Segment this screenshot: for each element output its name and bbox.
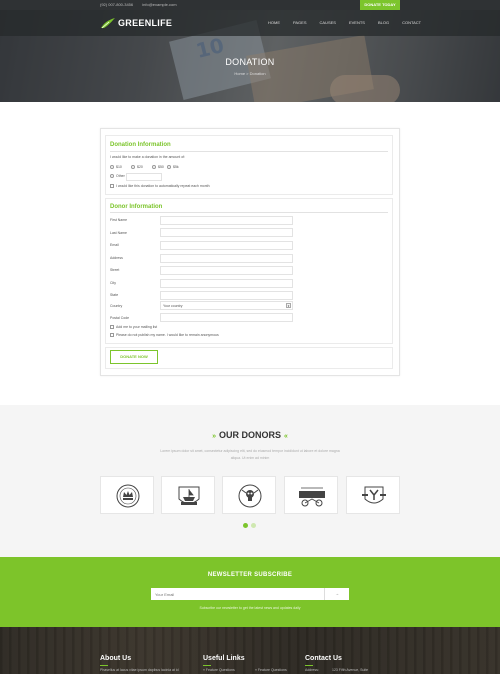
anonymous-checkbox[interactable] [110,333,114,337]
mailing-list-label: Add me to your mailing list [116,325,158,329]
chevron-icon: » [212,433,216,440]
footer-link-a[interactable]: » Feature Questions [203,668,235,672]
newsletter-email-input[interactable] [151,588,324,600]
nav-causes[interactable]: CAUSES [320,20,336,26]
brand-logo[interactable]: GREENLIFE [100,16,172,30]
donors-title-text: OUR DONORS [218,430,281,440]
donor-info-title: Donor Information [110,204,163,210]
motorbike-icon [299,487,325,507]
chevron-down-icon: ▾ [286,303,291,308]
top-bar: (92) 007-800-3456 info@example.com DONAT… [0,0,500,10]
divider [110,212,388,213]
state-label: State [110,293,119,297]
donate-today-button[interactable]: DONATE TODAY [360,0,400,10]
donation-prompt: I would like to make a donation in the a… [110,155,186,159]
breadcrumb: Home > Donation [234,71,266,76]
amount-label-5k: $5k [173,165,179,169]
carousel-dots [243,523,259,528]
carousel-dot-2[interactable] [251,523,256,528]
footer-about-text: Phasellus at lacus vitae ipsum dapibus l… [100,668,179,672]
recurring-label: I would like this donation to automatica… [116,184,210,188]
amount-label-other: Other [116,174,125,178]
nav-pages[interactable]: PAGES [293,20,307,26]
newsletter-title: NEWSLETTER SUBSCRIBE [207,572,293,578]
amount-radio-20[interactable] [131,165,135,169]
nav-blog[interactable]: BLOG [378,20,389,26]
amount-radio-other[interactable] [110,174,114,178]
street-input[interactable] [160,266,293,275]
city-label: City [110,281,117,285]
postal-code-label: Postal Code [110,316,130,320]
mailing-list-checkbox[interactable] [110,325,114,329]
nav-events[interactable]: EVENTS [349,20,365,26]
divider [110,151,388,152]
main-nav: HOME PAGES CAUSES EVENTS BLOG CONTACT [268,20,434,26]
donor-logo-2[interactable] [161,476,215,514]
donors-title: » OUR DONORS « [0,430,500,440]
ship-shield-icon [178,486,200,505]
footer-accent-line [203,665,211,666]
crown-badge-icon [116,484,140,508]
footer-contact-value: 123 Fifth Avenue, Suite [332,668,369,672]
country-select[interactable]: Your country ▾ [160,301,293,310]
amount-radio-5k[interactable] [167,165,171,169]
anonymous-label: Please do not publish my name. I would l… [116,333,219,337]
last-name-input[interactable] [160,228,293,237]
page-title: DONATION [225,57,275,67]
skull-badge-icon [238,484,262,508]
address-input[interactable] [160,254,293,263]
city-input[interactable] [160,279,293,288]
carousel-dot-1[interactable] [243,523,248,528]
wood-texture [0,627,500,674]
donor-logo-1[interactable] [100,476,154,514]
amount-radio-50[interactable] [152,165,156,169]
last-name-label: Last Name [110,231,127,235]
country-select-value: Your country [163,304,183,308]
other-amount-input[interactable] [126,173,162,181]
amount-label-50: $50 [158,165,164,169]
donor-logo-4[interactable] [284,476,338,514]
email-text: info@example.com [142,2,177,7]
recurring-checkbox[interactable] [110,184,114,188]
footer-accent-line [100,665,108,666]
postal-code-input[interactable] [160,313,293,322]
donors-description: Lorem ipsum dolor sit amet, consectetur … [160,449,340,460]
donate-now-button[interactable]: DONATE NOW [110,350,158,364]
donation-info-title: Donation Information [110,142,171,148]
leaf-logo-icon [101,18,115,29]
footer-contact-label: Address: [305,668,319,672]
donor-logo-3[interactable] [222,476,276,514]
phone-text: (92) 007-800-3456 [100,2,134,7]
nav-contact[interactable]: CONTACT [402,20,421,26]
country-label: Country [110,304,123,308]
chevron-icon: « [284,433,288,440]
email-label: Email [110,243,119,247]
newsletter-note: Subscribe our newsletter to get the late… [199,606,301,610]
nav-home[interactable]: HOME [268,20,280,26]
footer-links-title: Useful Links [203,655,245,662]
amount-label-10: $10 [116,165,122,169]
street-label: Street [110,268,120,272]
footer-link-b[interactable]: » Feature Questions [255,668,287,672]
brand-name: GREENLIFE [118,18,173,28]
top-contact: (92) 007-800-3456 info@example.com [100,1,185,9]
letter-y-badge-icon [362,486,386,504]
footer-accent-line [305,665,313,666]
first-name-input[interactable] [160,216,293,225]
state-input[interactable] [160,291,293,300]
newsletter-submit-button[interactable]: → [324,588,349,600]
first-name-label: First Name [110,218,128,222]
footer-about-title: About Us [100,655,132,662]
amount-label-20: $20 [137,165,143,169]
address-label: Address [110,256,123,260]
footer [0,627,500,674]
amount-radio-10[interactable] [110,165,114,169]
footer-contact-title: Contact Us [305,655,342,662]
donor-logo-5[interactable] [346,476,400,514]
email-input[interactable] [160,241,293,250]
